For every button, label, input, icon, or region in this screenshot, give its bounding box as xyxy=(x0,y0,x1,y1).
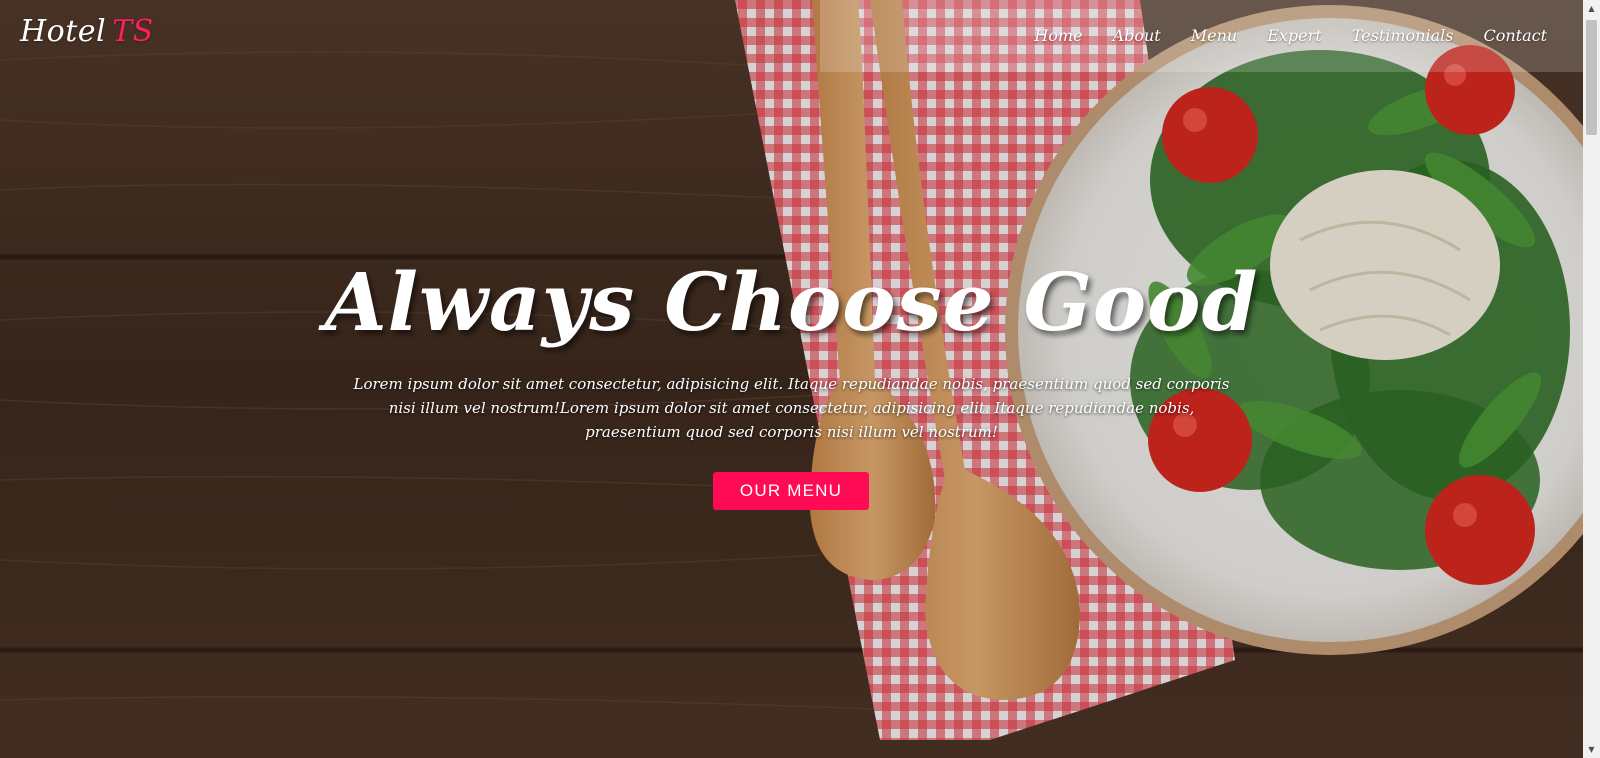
top-navbar: Hotel TS Home About Menu Expert Testimoni… xyxy=(0,0,1583,72)
brand-accent: TS xyxy=(112,14,154,49)
page-scrollbar[interactable]: ▲ ▼ xyxy=(1583,0,1600,758)
nav-link-contact[interactable]: Contact xyxy=(1483,26,1547,45)
brand-name: Hotel xyxy=(20,14,107,49)
brand-logo[interactable]: Hotel TS xyxy=(20,14,154,49)
scroll-down-icon[interactable]: ▼ xyxy=(1583,741,1600,758)
nav-link-home[interactable]: Home xyxy=(1034,26,1082,45)
hero-title: Always Choose Good xyxy=(324,255,1259,349)
nav-link-testimonials[interactable]: Testimonials xyxy=(1352,26,1454,45)
our-menu-button[interactable]: OUR MENU xyxy=(713,472,869,510)
hero-text: Lorem ipsum dolor sit amet consectetur, … xyxy=(353,375,1230,441)
nav-link-expert[interactable]: Expert xyxy=(1267,26,1322,45)
nav-link-menu[interactable]: Menu xyxy=(1191,26,1237,45)
scrollbar-thumb[interactable] xyxy=(1586,20,1597,135)
nav-link-about[interactable]: About xyxy=(1113,26,1161,45)
hero-section: Hotel TS Home About Menu Expert Testimoni… xyxy=(0,0,1583,758)
scroll-up-icon[interactable]: ▲ xyxy=(1583,0,1600,17)
nav-menu: Home About Menu Expert Testimonials Cont… xyxy=(1004,26,1547,45)
